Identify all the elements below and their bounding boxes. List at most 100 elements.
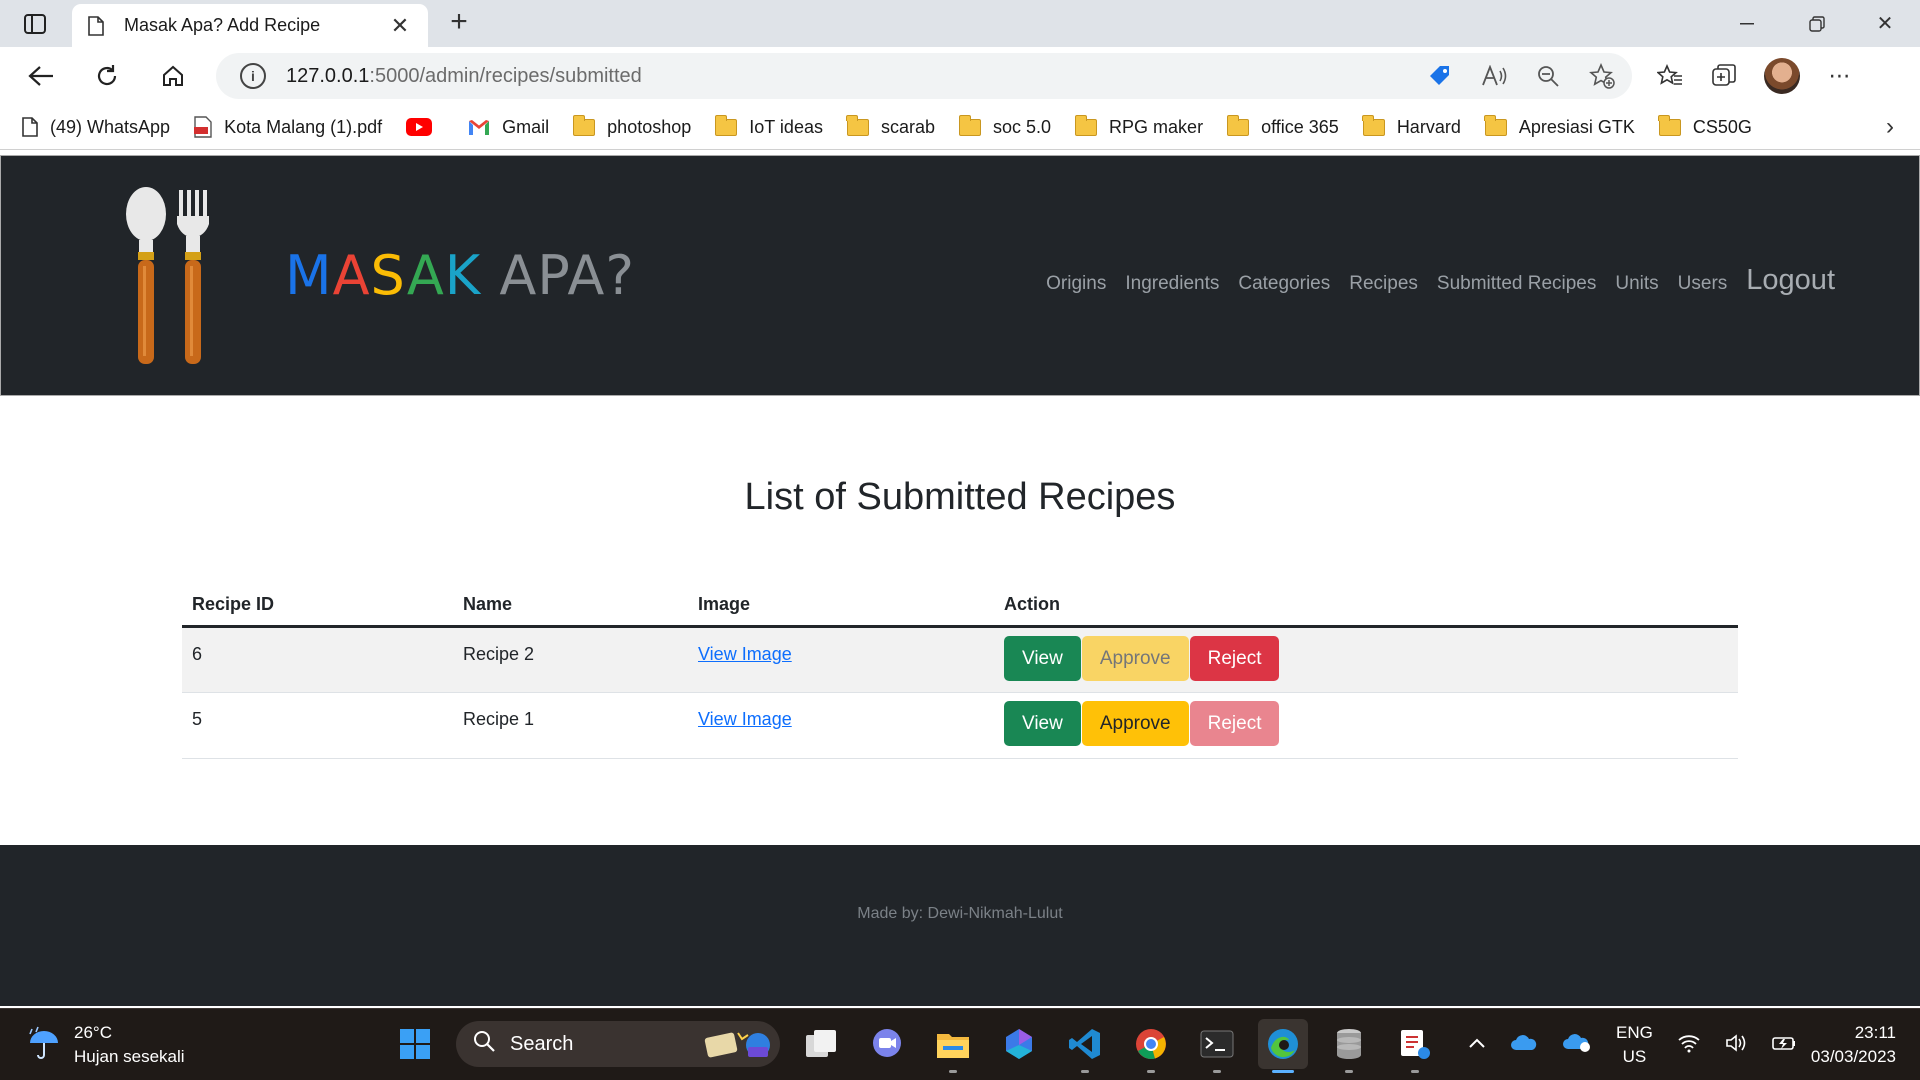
bookmark-item[interactable]: Gmail xyxy=(468,117,549,138)
onedrive-sync-icon[interactable] xyxy=(1562,1033,1592,1058)
wifi-icon[interactable] xyxy=(1677,1033,1701,1058)
profile-avatar[interactable] xyxy=(1764,58,1800,94)
minimize-icon[interactable] xyxy=(1712,0,1782,47)
chevron-right-icon[interactable]: › xyxy=(1886,113,1894,141)
view-button[interactable]: View xyxy=(1004,700,1081,746)
zoom-out-icon[interactable] xyxy=(1534,62,1562,90)
page-title: List of Submitted Recipes xyxy=(744,476,1176,518)
view-button[interactable]: View xyxy=(1004,635,1081,681)
favorites-icon[interactable] xyxy=(1656,62,1684,90)
search-label: Search xyxy=(510,1032,574,1055)
tab-close-icon[interactable]: ✕ xyxy=(388,13,412,39)
weather-widget[interactable]: 26°C Hujan sesekali xyxy=(26,1021,185,1069)
volume-icon[interactable] xyxy=(1725,1033,1747,1058)
onedrive-icon[interactable] xyxy=(1510,1034,1538,1057)
collections-icon[interactable] xyxy=(1710,62,1738,90)
table-header-row: Recipe ID Name Image Action xyxy=(182,584,1738,628)
read-aloud-icon[interactable] xyxy=(1480,62,1508,90)
browser-tab[interactable]: Masak Apa? Add Recipe ✕ xyxy=(72,4,428,47)
tab-title: Masak Apa? Add Recipe xyxy=(124,15,321,35)
clock-date: 03/03/2023 xyxy=(1810,1047,1896,1066)
brand-letter: K xyxy=(444,244,482,307)
copilot-icon[interactable] xyxy=(994,1019,1044,1069)
reject-button[interactable]: Reject xyxy=(1189,700,1280,746)
bookmark-item[interactable]: photoshop xyxy=(572,114,691,138)
folder-icon xyxy=(1362,114,1385,136)
task-view-icon[interactable] xyxy=(796,1019,846,1069)
keyboard-layout: US xyxy=(1622,1047,1647,1066)
spoon-fork-logo xyxy=(119,186,229,366)
edge-icon[interactable] xyxy=(1258,1019,1308,1073)
browser-toolbar: i 127.0.0.1:5000/admin/recipes/submitted… xyxy=(0,47,1920,105)
shopping-tag-icon[interactable] xyxy=(1426,62,1454,90)
bookmark-item[interactable]: IoT ideas xyxy=(714,114,823,138)
database-icon[interactable] xyxy=(1324,1019,1374,1073)
view-image-link[interactable]: View Image xyxy=(698,709,792,729)
bookmark-item[interactable]: Apresiasi GTK xyxy=(1484,114,1635,138)
nav-link-categories[interactable]: Categories xyxy=(1238,273,1330,295)
bookmark-item[interactable]: (49) WhatsApp xyxy=(22,117,170,138)
clock-time: 23:11 xyxy=(1854,1023,1896,1042)
more-menu-icon[interactable]: ⋯ xyxy=(1826,62,1854,90)
bookmark-label: soc 5.0 xyxy=(993,116,1052,137)
nav-link-units[interactable]: Units xyxy=(1615,273,1658,295)
url-host: 127.0.0.1 xyxy=(286,64,370,87)
nav-link-submitted-recipes[interactable]: Submitted Recipes xyxy=(1437,273,1596,295)
bookmark-label: Gmail xyxy=(502,116,550,137)
brand-letter: A xyxy=(332,244,371,307)
start-button[interactable] xyxy=(390,1019,440,1069)
back-icon[interactable] xyxy=(22,58,60,94)
add-favorite-icon[interactable] xyxy=(1588,62,1616,90)
home-icon[interactable] xyxy=(154,58,192,94)
chrome-icon[interactable] xyxy=(1126,1019,1176,1073)
file-explorer-icon[interactable] xyxy=(928,1019,978,1073)
bookmark-item[interactable]: office 365 xyxy=(1226,114,1339,138)
column-header: Action xyxy=(994,584,1738,628)
brand-letter: S xyxy=(370,244,407,307)
nav-link-ingredients[interactable]: Ingredients xyxy=(1125,273,1219,295)
close-window-icon[interactable]: ✕ xyxy=(1850,0,1920,47)
tab-actions-icon[interactable] xyxy=(16,10,54,38)
bookmark-item[interactable]: CS50G xyxy=(1658,114,1752,138)
reject-button[interactable]: Reject xyxy=(1189,635,1280,681)
image-cell: View Image xyxy=(688,692,994,759)
nav-link-origins[interactable]: Origins xyxy=(1046,273,1106,295)
bookmark-item[interactable]: Harvard xyxy=(1362,114,1461,138)
chevron-up-icon[interactable] xyxy=(1468,1036,1486,1054)
taskbar-search[interactable]: Search xyxy=(456,1021,780,1067)
site-info-icon[interactable]: i xyxy=(240,63,266,89)
restore-icon[interactable] xyxy=(1782,0,1852,47)
column-header: Name xyxy=(453,584,688,628)
logout-link[interactable]: Logout xyxy=(1746,264,1835,297)
site-brand[interactable]: MASAK APA? xyxy=(285,244,635,307)
bookmark-item[interactable]: RPG maker xyxy=(1074,114,1203,138)
nav-link-recipes[interactable]: Recipes xyxy=(1349,273,1418,295)
recipe-name-cell: Recipe 1 xyxy=(453,692,688,759)
nav-link-users[interactable]: Users xyxy=(1678,273,1728,295)
system-clock[interactable]: 23:11 03/03/2023 xyxy=(1811,1021,1896,1069)
approve-button[interactable]: Approve xyxy=(1081,700,1189,746)
refresh-icon[interactable] xyxy=(88,58,126,94)
teams-chat-icon[interactable] xyxy=(862,1019,912,1069)
site-header: MASAK APA? Origins Ingredients Categories R… xyxy=(0,155,1920,396)
new-tab-button[interactable]: + xyxy=(444,7,474,38)
battery-icon[interactable] xyxy=(1771,1034,1797,1057)
gmail-icon xyxy=(468,119,490,136)
terminal-icon[interactable] xyxy=(1192,1019,1242,1073)
bookmark-label: Apresiasi GTK xyxy=(1518,116,1635,137)
document-icon xyxy=(22,117,38,137)
brand-suffix: APA? xyxy=(481,244,636,307)
approve-button[interactable]: Approve xyxy=(1081,635,1189,681)
language-indicator[interactable]: ENG US xyxy=(1616,1021,1653,1069)
site-footer: Made by: Dewi-Nikmah-Lulut xyxy=(0,845,1920,1006)
bookmark-item[interactable]: soc 5.0 xyxy=(958,114,1052,138)
bookmark-item[interactable] xyxy=(406,118,444,136)
bookmark-item[interactable]: scarab xyxy=(846,114,935,138)
bookmark-item[interactable]: Kota Malang (1).pdf xyxy=(194,116,382,138)
address-bar[interactable]: i 127.0.0.1:5000/admin/recipes/submitted xyxy=(216,53,1632,99)
snipping-tool-icon[interactable] xyxy=(1390,1019,1440,1073)
view-image-link[interactable]: View Image xyxy=(698,644,792,664)
pdf-icon xyxy=(194,116,212,138)
windows-taskbar: 26°C Hujan sesekali Search ENG US 23:11 … xyxy=(0,1008,1920,1080)
vscode-icon[interactable] xyxy=(1060,1019,1110,1073)
